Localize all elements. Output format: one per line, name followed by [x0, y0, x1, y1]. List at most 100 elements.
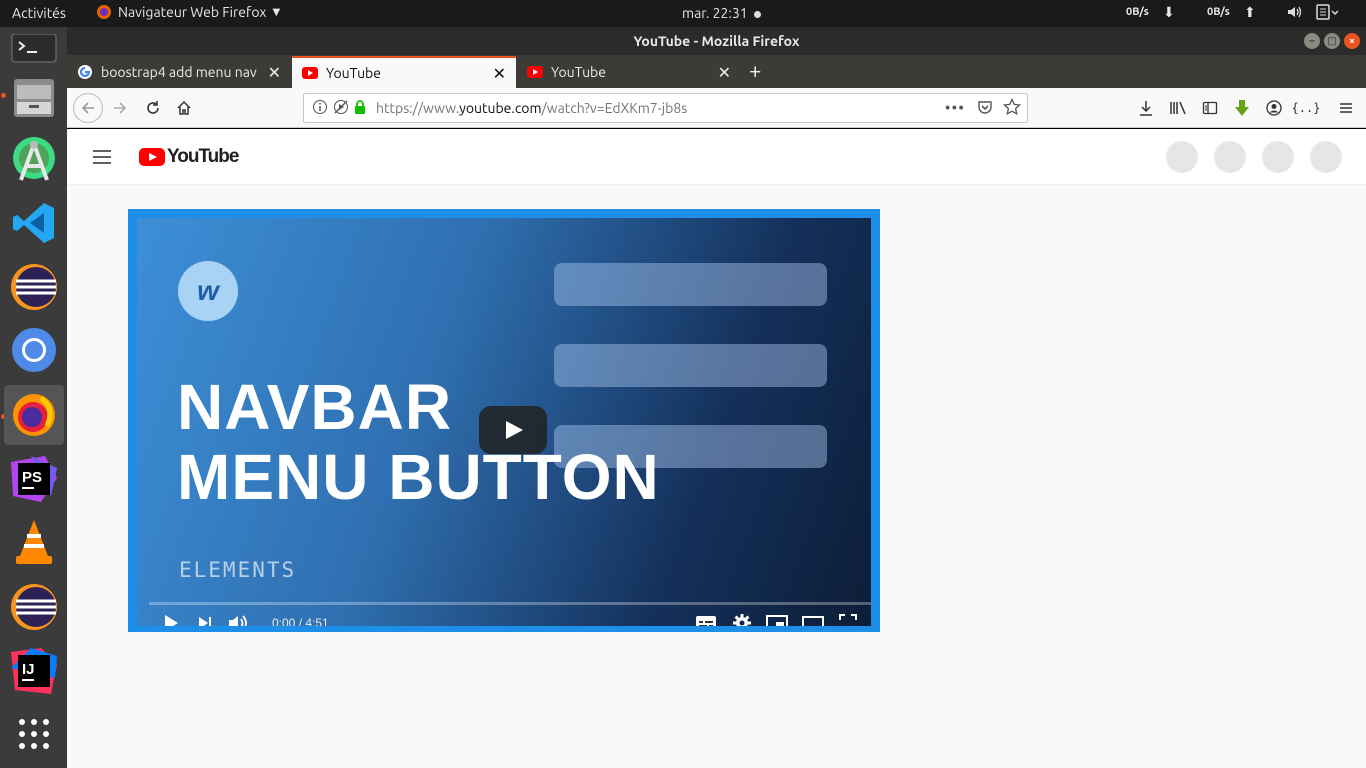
json-viewer-icon[interactable]: {..} — [1292, 95, 1321, 121]
dock-eclipse-2[interactable] — [4, 577, 64, 637]
youtube-logo[interactable]: YouTube — [139, 146, 239, 168]
fullscreen-icon — [839, 614, 857, 626]
guide-menu-icon[interactable] — [93, 150, 111, 164]
video-player[interactable]: w NAVBAR MENU BUTTON ELEMENTS 0:00 / 4:5… — [128, 209, 880, 632]
account-button[interactable] — [1261, 95, 1287, 121]
webflow-logo: w — [178, 261, 238, 321]
close-window-button[interactable]: × — [1344, 33, 1360, 49]
play-icon — [165, 615, 178, 626]
theater-mode-button[interactable] — [801, 613, 825, 626]
skip-next-icon — [199, 617, 211, 626]
pocket-icon[interactable] — [977, 99, 993, 118]
dock-vscode[interactable] — [4, 193, 64, 253]
chromium-icon — [12, 328, 56, 372]
home-button[interactable] — [171, 95, 197, 121]
back-button[interactable] — [73, 93, 103, 123]
gnome-top-bar: Activités Navigateur Web Firefox ▼ mar. … — [0, 0, 1366, 27]
extension-downloader-button[interactable] — [1229, 95, 1255, 121]
sidebar-button[interactable] — [1197, 95, 1223, 121]
info-icon[interactable] — [312, 99, 328, 118]
window-titlebar: YouTube - Mozilla Firefox – □ × — [67, 27, 1366, 55]
mute-button[interactable] — [227, 612, 249, 626]
tab-title: YouTube — [551, 64, 606, 80]
arrow-right-icon — [114, 102, 127, 114]
android-studio-icon — [13, 137, 55, 181]
phpstorm-icon: PS — [11, 456, 57, 502]
account-icon — [1266, 100, 1282, 116]
google-favicon-icon — [78, 65, 92, 79]
maximize-button[interactable]: □ — [1324, 33, 1340, 49]
tab-youtube-active[interactable]: YouTube ✕ — [292, 56, 516, 88]
minimize-button[interactable]: – — [1304, 33, 1320, 49]
forward-button[interactable] — [107, 95, 133, 121]
library-button[interactable] — [1165, 95, 1191, 121]
url-text: https://www.youtube.com/watch?v=EdXKm7-j… — [376, 100, 688, 116]
time-display: 0:00 / 4:51 — [272, 616, 329, 626]
progress-bar[interactable] — [149, 602, 871, 605]
open-menu-button[interactable] — [1333, 95, 1359, 121]
dock-intellij[interactable]: IJ — [4, 641, 64, 701]
video-thumbnail: w NAVBAR MENU BUTTON ELEMENTS 0:00 / 4:5… — [137, 218, 871, 626]
downloads-button[interactable] — [1133, 95, 1159, 121]
youtube-logo-text: YouTube — [167, 146, 239, 167]
next-button[interactable] — [195, 613, 215, 626]
close-tab-icon[interactable]: ✕ — [718, 63, 731, 82]
header-placeholder-button[interactable] — [1310, 141, 1342, 173]
app-menu[interactable]: Navigateur Web Firefox ▼ — [96, 4, 280, 20]
reload-button[interactable] — [140, 95, 166, 121]
page-actions-icon[interactable]: ••• — [945, 99, 965, 117]
dock-android-studio[interactable] — [4, 130, 64, 190]
header-placeholder-button[interactable] — [1166, 141, 1198, 173]
bookmark-star-icon[interactable] — [1003, 97, 1021, 119]
eclipse-icon — [11, 584, 57, 630]
tab-title: YouTube — [326, 65, 381, 81]
play-button[interactable] — [161, 613, 181, 626]
header-placeholder-button[interactable] — [1262, 141, 1294, 173]
youtube-favicon-icon — [527, 66, 543, 78]
dock-chromium[interactable] — [4, 320, 64, 380]
download-arrow-icon: ⬇ — [1163, 4, 1175, 20]
dock-vlc[interactable] — [4, 512, 64, 572]
miniplayer-button[interactable] — [765, 613, 789, 626]
new-tab-button[interactable]: + — [749, 59, 761, 83]
tab-boostrap4[interactable]: boostrap4 add menu nav ✕ — [67, 56, 291, 88]
page-content: YouTube w NAVBAR MENU BUTTON ELEMENTS 0:… — [67, 129, 1366, 768]
window-title: YouTube - Mozilla Firefox — [633, 33, 800, 49]
terminal-icon — [11, 34, 57, 63]
dock-phpstorm[interactable]: PS — [4, 449, 64, 509]
net-down-rate: 0B/s — [1126, 6, 1149, 18]
lock-icon[interactable] — [353, 99, 367, 118]
phpstorm-label: PS — [22, 469, 42, 486]
system-menu-icon[interactable] — [1316, 4, 1339, 23]
tab-title: boostrap4 add menu nav — [101, 64, 257, 80]
dock-eclipse[interactable] — [4, 257, 64, 317]
dock-files[interactable] — [4, 67, 64, 127]
green-arrow-download-icon — [1235, 100, 1249, 116]
miniplayer-icon — [766, 615, 788, 626]
library-icon — [1170, 101, 1186, 115]
header-placeholder-button[interactable] — [1214, 141, 1246, 173]
firefox-icon — [13, 394, 55, 436]
url-bar[interactable]: https://www.youtube.com/watch?v=EdXKm7-j… — [303, 93, 1028, 123]
sidebar-icon — [1202, 101, 1218, 115]
grid-icon — [19, 719, 49, 749]
firefox-icon — [97, 5, 111, 19]
nav-toolbar: https://www.youtube.com/watch?v=EdXKm7-j… — [67, 88, 1366, 128]
clock-text: mar. 22:31 — [682, 5, 748, 21]
close-tab-icon[interactable]: ✕ — [268, 63, 281, 82]
volume-icon[interactable] — [1286, 4, 1302, 23]
settings-button[interactable] — [731, 612, 753, 626]
large-play-button[interactable] — [479, 406, 547, 454]
autoplay-blocked-icon[interactable] — [333, 99, 349, 118]
subtitles-button[interactable] — [695, 613, 717, 626]
fullscreen-button[interactable] — [837, 613, 859, 626]
show-applications-button[interactable] — [4, 704, 64, 764]
file-cabinet-icon — [14, 79, 54, 117]
theater-mode-icon — [802, 616, 824, 626]
hamburger-menu-icon — [1340, 103, 1352, 113]
close-tab-icon[interactable]: ✕ — [493, 64, 506, 83]
tab-youtube[interactable]: YouTube ✕ — [517, 56, 741, 88]
clock[interactable]: mar. 22:31 — [682, 5, 761, 21]
dock-firefox[interactable] — [4, 385, 64, 445]
download-icon — [1140, 101, 1152, 116]
